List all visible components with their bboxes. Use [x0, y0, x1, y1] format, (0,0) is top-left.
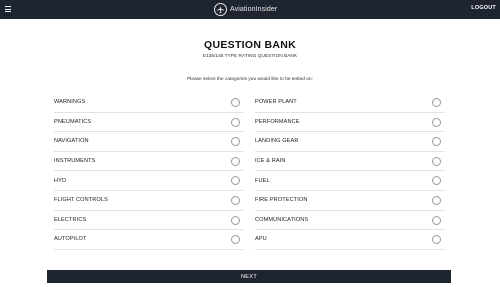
radio-button[interactable] [432, 235, 441, 245]
category-label: FLIGHT CONTROLS [54, 197, 108, 204]
airplane-icon [214, 3, 227, 16]
radio-button[interactable] [231, 98, 240, 107]
category-label: PERFORMANCE [255, 118, 300, 125]
category-row-power-plant[interactable]: POWER PLANT [255, 93, 445, 113]
brand-logo-link[interactable]: AviationInsider [214, 2, 277, 17]
category-label: PNEUMATICS [54, 118, 92, 125]
category-list-left: WARNINGS PNEUMATICS NAVIGATION INSTRUMEN… [54, 93, 244, 250]
category-label: FIRE PROTECTION [255, 197, 308, 204]
category-row-instruments[interactable]: INSTRUMENTS [54, 152, 244, 172]
category-label: HYD [54, 177, 67, 184]
category-row-fire-protection[interactable]: FIRE PROTECTION [255, 191, 445, 211]
radio-button[interactable] [231, 137, 240, 147]
radio-button[interactable] [231, 195, 240, 205]
category-row-navigation[interactable]: NAVIGATION [54, 132, 244, 152]
category-label: AUTOPILOT [54, 236, 87, 243]
hamburger-menu-icon[interactable] [5, 6, 11, 12]
category-row-electrics[interactable]: ELECTRICS [54, 211, 244, 231]
category-row-pneumatics[interactable]: PNEUMATICS [54, 113, 244, 133]
radio-button[interactable] [432, 98, 441, 107]
category-label: NAVIGATION [54, 138, 89, 145]
category-label: COMMUNICATIONS [255, 216, 309, 223]
radio-button[interactable] [231, 235, 240, 245]
brand-name: AviationInsider [230, 6, 278, 13]
category-label: ELECTRICS [54, 216, 87, 223]
category-label: APU [255, 236, 267, 243]
category-row-fuel[interactable]: FUEL [255, 171, 445, 191]
category-row-apu[interactable]: APU [255, 230, 445, 250]
category-row-flight-controls[interactable]: FLIGHT CONTROLS [54, 191, 244, 211]
radio-button[interactable] [231, 215, 240, 225]
category-label: LANDING GEAR [255, 138, 299, 145]
radio-button[interactable] [432, 137, 441, 147]
category-row-hyd[interactable]: HYD [54, 171, 244, 191]
page-title: QUESTION BANK [204, 39, 296, 51]
top-navigation-bar: AviationInsider LOGOUT [0, 0, 500, 19]
category-row-landing-gear[interactable]: LANDING GEAR [255, 132, 445, 152]
radio-button[interactable] [231, 117, 240, 127]
radio-button[interactable] [231, 176, 240, 186]
category-label: ICE & RAIN [255, 158, 286, 165]
radio-button[interactable] [432, 215, 441, 225]
category-label: FUEL [255, 177, 270, 184]
next-button[interactable]: NEXT [47, 270, 451, 283]
radio-button[interactable] [432, 195, 441, 205]
category-row-warnings[interactable]: WARNINGS [54, 93, 244, 113]
instructions-text: Please select the categories you would l… [187, 77, 313, 82]
category-label: INSTRUMENTS [54, 158, 96, 165]
category-row-communications[interactable]: COMMUNICATIONS [255, 211, 445, 231]
category-label: POWER PLANT [255, 99, 297, 106]
category-row-performance[interactable]: PERFORMANCE [255, 113, 445, 133]
radio-button[interactable] [231, 156, 240, 166]
category-row-autopilot[interactable]: AUTOPILOT [54, 230, 244, 250]
radio-button[interactable] [432, 176, 441, 186]
category-list-right: POWER PLANT PERFORMANCE LANDING GEAR ICE… [255, 93, 445, 250]
radio-button[interactable] [432, 117, 441, 127]
page-subtitle: E135/145 TYPE RATING QUESTION BANK [202, 54, 298, 59]
logout-link[interactable]: LOGOUT [471, 5, 496, 11]
category-label: WARNINGS [54, 99, 86, 106]
category-row-ice-rain[interactable]: ICE & RAIN [255, 152, 445, 172]
radio-button[interactable] [432, 156, 441, 166]
